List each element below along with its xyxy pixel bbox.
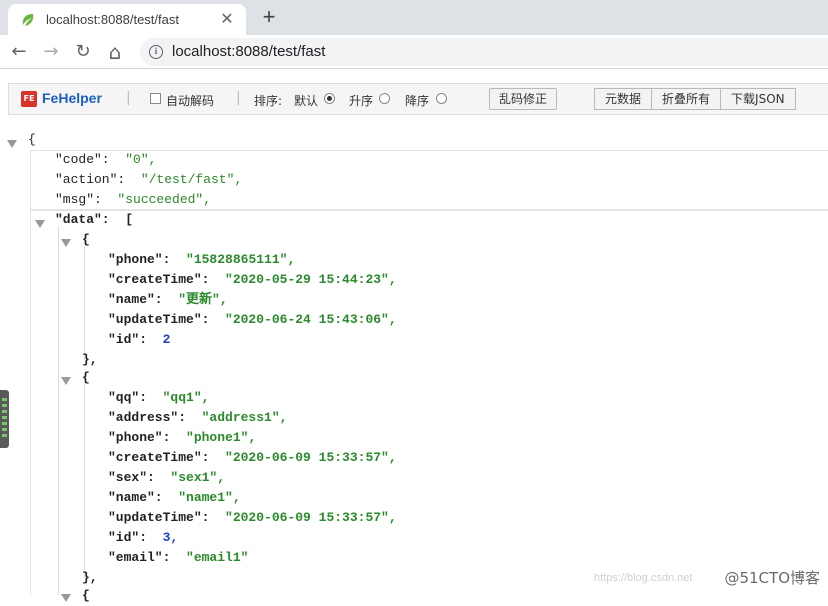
sort-asc-label: 升序 bbox=[349, 94, 374, 108]
fold-all-button[interactable]: 折叠所有 bbox=[651, 88, 722, 110]
home-icon[interactable]: ⌂ bbox=[102, 39, 128, 65]
separator: | bbox=[236, 90, 241, 106]
address-bar[interactable]: i localhost:8088/test/fast bbox=[140, 38, 828, 66]
sort-desc-label: 降序 bbox=[405, 94, 430, 108]
separator: | bbox=[126, 90, 131, 106]
json-row: "id": 3, bbox=[108, 530, 179, 545]
json-row: "updateTime": "2020-06-24 15:43:06", bbox=[108, 312, 397, 327]
root-open-brace: { bbox=[28, 132, 36, 147]
faint-watermark: https://blog.csdn.net bbox=[594, 572, 693, 584]
collapse-item-icon[interactable] bbox=[61, 377, 71, 385]
item-open-brace: { bbox=[82, 232, 90, 247]
json-viewer: { "code": "0", "action": "/test/fast", "… bbox=[0, 128, 828, 603]
site-watermark: @51CTO博客 bbox=[724, 569, 820, 587]
fehelper-brand[interactable]: FeHelper bbox=[42, 90, 102, 106]
collapse-root-icon[interactable] bbox=[7, 140, 17, 148]
json-row: "createTime": "2020-06-09 15:33:57", bbox=[108, 450, 397, 465]
sort-desc-radio[interactable] bbox=[436, 93, 447, 104]
json-row: "phone": "15828865111", bbox=[108, 252, 296, 267]
json-row: "phone": "phone1", bbox=[108, 430, 257, 445]
sort-label: 排序: bbox=[254, 94, 283, 108]
action-button-group: 元数据 折叠所有 下载JSON bbox=[594, 88, 796, 110]
auto-decode-label: 自动解码 bbox=[166, 94, 215, 108]
json-row-msg: "msg": "succeeded", bbox=[55, 192, 212, 207]
item-open-brace: { bbox=[82, 588, 90, 603]
json-row: "qq": "qq1", bbox=[108, 390, 210, 405]
tab-title: localhost:8088/test/fast bbox=[46, 12, 179, 27]
close-tab-icon[interactable]: ✕ bbox=[218, 10, 236, 28]
item-close-brace: }, bbox=[82, 352, 98, 367]
json-row-data: "data": [ bbox=[55, 212, 134, 227]
forward-icon[interactable]: → bbox=[38, 39, 64, 65]
collapse-item-icon[interactable] bbox=[61, 239, 71, 247]
info-icon[interactable]: i bbox=[149, 45, 163, 59]
side-panel-handle[interactable] bbox=[0, 390, 9, 448]
json-row: "address": "address1", bbox=[108, 410, 288, 425]
json-row-action: "action": "/test/fast", bbox=[55, 172, 243, 187]
browser-tab[interactable]: localhost:8088/test/fast ✕ bbox=[8, 4, 246, 35]
reload-icon[interactable]: ↻ bbox=[70, 39, 96, 65]
json-row: "updateTime": "2020-06-09 15:33:57", bbox=[108, 510, 397, 525]
fehelper-toolbar: FE FeHelper | 自动解码 | 排序: 默认 升序 降序 乱码修正 元… bbox=[8, 83, 828, 115]
json-row: "email": "email1" bbox=[108, 550, 249, 565]
sort-default-label: 默认 bbox=[294, 94, 319, 108]
item-close-brace: }, bbox=[82, 570, 98, 585]
fehelper-logo: FE bbox=[21, 91, 37, 107]
fix-garbled-button[interactable]: 乱码修正 bbox=[489, 88, 557, 110]
tab-strip: localhost:8088/test/fast ✕ + bbox=[0, 0, 828, 35]
json-row-code: "code": "0", bbox=[55, 152, 157, 167]
url-text: localhost:8088/test/fast bbox=[172, 43, 326, 60]
auto-decode-checkbox[interactable] bbox=[150, 93, 161, 104]
collapse-data-icon[interactable] bbox=[35, 220, 45, 228]
sort-asc-radio[interactable] bbox=[379, 93, 390, 104]
new-tab-button[interactable]: + bbox=[258, 6, 280, 28]
download-json-button[interactable]: 下载JSON bbox=[720, 88, 796, 110]
spring-leaf-icon bbox=[22, 13, 34, 26]
sort-default-radio[interactable] bbox=[324, 93, 335, 104]
json-row: "createTime": "2020-05-29 15:44:23", bbox=[108, 272, 397, 287]
browser-toolbar: ← → ↻ ⌂ i localhost:8088/test/fast bbox=[0, 35, 828, 69]
item-open-brace: { bbox=[82, 370, 90, 385]
json-row: "id": 2 bbox=[108, 332, 171, 347]
collapse-item-icon[interactable] bbox=[61, 594, 71, 602]
json-row: "name": "更新", bbox=[108, 292, 228, 307]
back-icon[interactable]: ← bbox=[6, 39, 32, 65]
json-row: "sex": "sex1", bbox=[108, 470, 226, 485]
metadata-button[interactable]: 元数据 bbox=[594, 88, 653, 110]
json-row: "name": "name1", bbox=[108, 490, 241, 505]
